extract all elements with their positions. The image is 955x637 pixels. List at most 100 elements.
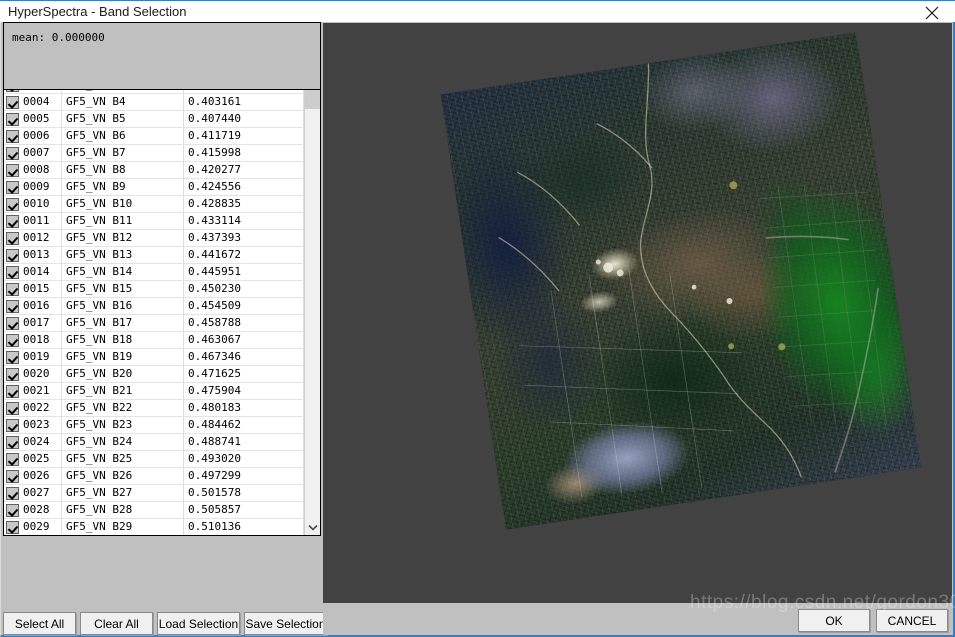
table-row[interactable]: 0009GF5_VN B90.424556 [4, 179, 304, 196]
wave-length-label: 0.484462 [184, 417, 303, 433]
table-row[interactable]: 0014GF5_VN B140.445951 [4, 264, 304, 281]
band-selection-window: HyperSpectra - Band Selection S/N Band N… [0, 0, 955, 637]
cell-band-name: GF5_VN B17 [62, 315, 184, 331]
table-row[interactable]: 0022GF5_VN B220.480183 [4, 400, 304, 417]
wave-length-label: 0.488741 [184, 434, 303, 450]
cancel-button[interactable]: CANCEL [876, 609, 948, 632]
scroll-down-button[interactable] [305, 519, 321, 536]
cell-sn: 0007 [4, 145, 62, 161]
table-row[interactable]: 0023GF5_VN B230.484462 [4, 417, 304, 434]
band-checkbox[interactable] [6, 436, 19, 449]
image-preview-viewer[interactable] [323, 23, 952, 603]
band-checkbox[interactable] [6, 368, 19, 381]
band-checkbox[interactable] [6, 317, 19, 330]
ok-button[interactable]: OK [798, 609, 870, 632]
close-button[interactable] [909, 1, 955, 23]
table-row[interactable]: 0026GF5_VN B260.497299 [4, 468, 304, 485]
table-row[interactable]: 0010GF5_VN B100.428835 [4, 196, 304, 213]
band-list-rows[interactable]: 0001GF5_VN B10.3903240002GF5_VN B20.3946… [4, 43, 304, 536]
table-row[interactable]: 0004GF5_VN B40.403161 [4, 94, 304, 111]
band-checkbox[interactable] [6, 147, 19, 160]
table-row[interactable]: 0007GF5_VN B70.415998 [4, 145, 304, 162]
table-row[interactable]: 0008GF5_VN B80.420277 [4, 162, 304, 179]
cell-band-name: GF5_VN B10 [62, 196, 184, 212]
dialog-footer: OK CANCEL [323, 605, 952, 635]
clear-all-button[interactable]: Clear All [80, 612, 153, 635]
cell-sn: 0017 [4, 315, 62, 331]
cell-wave-length: 0.484462 [184, 417, 304, 433]
band-checkbox[interactable] [6, 232, 19, 245]
wave-length-label: 0.458788 [184, 315, 303, 331]
cell-sn: 0009 [4, 179, 62, 195]
table-row[interactable]: 0021GF5_VN B210.475904 [4, 383, 304, 400]
band-checkbox[interactable] [6, 402, 19, 415]
table-row[interactable]: 0025GF5_VN B250.493020 [4, 451, 304, 468]
table-row[interactable]: 0005GF5_VN B50.407440 [4, 111, 304, 128]
band-name-label: GF5_VN B11 [62, 213, 183, 229]
cell-band-name: GF5_VN B11 [62, 213, 184, 229]
band-checkbox[interactable] [6, 453, 19, 466]
table-row[interactable]: 0015GF5_VN B150.450230 [4, 281, 304, 298]
table-row[interactable]: 0019GF5_VN B190.467346 [4, 349, 304, 366]
cell-wave-length: 0.441672 [184, 247, 304, 263]
band-checkbox[interactable] [6, 521, 19, 534]
cell-band-name: GF5_VN B22 [62, 400, 184, 416]
band-checkbox[interactable] [6, 504, 19, 517]
cell-wave-length: 0.445951 [184, 264, 304, 280]
band-checkbox[interactable] [6, 266, 19, 279]
band-list-scrollbar[interactable] [304, 43, 320, 536]
table-row[interactable]: 0017GF5_VN B170.458788 [4, 315, 304, 332]
cell-sn: 0006 [4, 128, 62, 144]
table-row[interactable]: 0011GF5_VN B110.433114 [4, 213, 304, 230]
select-all-button[interactable]: Select All [3, 612, 76, 635]
wave-length-label: 0.445951 [184, 264, 303, 280]
save-selection-button[interactable]: Save Selection [244, 612, 327, 635]
sn-label: 0027 [21, 485, 61, 501]
table-row[interactable]: 0029GF5_VN B290.510136 [4, 519, 304, 536]
window-title: HyperSpectra - Band Selection [8, 4, 186, 19]
band-checkbox[interactable] [6, 334, 19, 347]
band-name-label: GF5_VN B25 [62, 451, 183, 467]
table-row[interactable]: 0028GF5_VN B280.505857 [4, 502, 304, 519]
band-checkbox[interactable] [6, 130, 19, 143]
load-selection-button[interactable]: Load Selection [157, 612, 240, 635]
cell-sn: 0013 [4, 247, 62, 263]
table-row[interactable]: 0027GF5_VN B270.501578 [4, 485, 304, 502]
statistics-box: mean: 0.000000 [3, 22, 321, 90]
sn-label: 0005 [21, 111, 61, 127]
table-row[interactable]: 0016GF5_VN B160.454509 [4, 298, 304, 315]
cell-band-name: GF5_VN B25 [62, 451, 184, 467]
table-row[interactable]: 0013GF5_VN B130.441672 [4, 247, 304, 264]
table-row[interactable]: 0020GF5_VN B200.471625 [4, 366, 304, 383]
band-name-label: GF5_VN B22 [62, 400, 183, 416]
cell-band-name: GF5_VN B6 [62, 128, 184, 144]
band-checkbox[interactable] [6, 419, 19, 432]
table-row[interactable]: 0018GF5_VN B180.463067 [4, 332, 304, 349]
cell-wave-length: 0.493020 [184, 451, 304, 467]
sn-label: 0014 [21, 264, 61, 280]
band-name-label: GF5_VN B12 [62, 230, 183, 246]
band-checkbox[interactable] [6, 470, 19, 483]
band-checkbox[interactable] [6, 385, 19, 398]
wave-length-label: 0.493020 [184, 451, 303, 467]
band-checkbox[interactable] [6, 351, 19, 364]
band-checkbox[interactable] [6, 96, 19, 109]
table-row[interactable]: 0012GF5_VN B120.437393 [4, 230, 304, 247]
band-checkbox[interactable] [6, 487, 19, 500]
band-checkbox[interactable] [6, 300, 19, 313]
band-checkbox[interactable] [6, 198, 19, 211]
band-checkbox[interactable] [6, 249, 19, 262]
band-checkbox[interactable] [6, 181, 19, 194]
band-checkbox[interactable] [6, 283, 19, 296]
band-checkbox[interactable] [6, 164, 19, 177]
cell-band-name: GF5_VN B14 [62, 264, 184, 280]
table-row[interactable]: 0006GF5_VN B60.411719 [4, 128, 304, 145]
sn-label: 0019 [21, 349, 61, 365]
band-checkbox[interactable] [6, 113, 19, 126]
cell-band-name: GF5_VN B4 [62, 94, 184, 110]
band-name-label: GF5_VN B14 [62, 264, 183, 280]
band-checkbox[interactable] [6, 215, 19, 228]
band-name-label: GF5_VN B18 [62, 332, 183, 348]
sn-label: 0025 [21, 451, 61, 467]
table-row[interactable]: 0024GF5_VN B240.488741 [4, 434, 304, 451]
